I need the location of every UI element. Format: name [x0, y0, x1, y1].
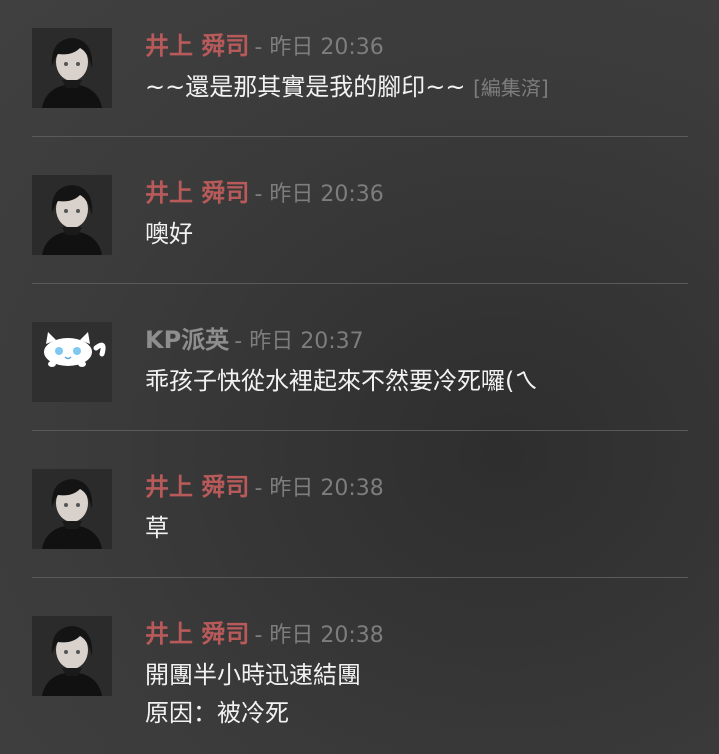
message-text: 草 — [145, 509, 169, 547]
author-name[interactable]: 井上 舜司 — [145, 473, 249, 501]
message-line: ~~還是那其實是我的腳印~~ — [145, 73, 466, 101]
author-name[interactable]: 井上 舜司 — [145, 179, 249, 207]
timestamp: - 昨日 20:38 — [254, 476, 384, 501]
message-text: 乖孩子快從水裡起來不然要冷死囉(ㄟ — [145, 362, 538, 400]
timestamp: - 昨日 20:38 — [254, 623, 384, 648]
message-divider — [32, 430, 688, 431]
white-cat-avatar-icon[interactable] — [32, 322, 112, 402]
dark-hair-avatar-icon[interactable] — [32, 469, 112, 549]
message-line: 原因：被冷死 — [145, 699, 289, 727]
message-text: ~~還是那其實是我的腳印~~ [編集済] — [145, 68, 549, 107]
message-divider — [32, 283, 688, 284]
message-line: 草 — [145, 514, 169, 542]
author-name[interactable]: KP派英 — [145, 326, 229, 354]
author-name[interactable]: 井上 舜司 — [145, 620, 249, 648]
edited-label: [編集済] — [473, 76, 549, 100]
message-divider — [32, 136, 688, 137]
dark-hair-avatar-icon[interactable] — [32, 616, 112, 696]
author-name[interactable]: 井上 舜司 — [145, 32, 249, 60]
message-line: 乖孩子快從水裡起來不然要冷死囉(ㄟ — [145, 367, 539, 395]
message-text: 噢好 — [145, 215, 193, 253]
message-text: 開團半小時迅速結團 原因：被冷死 — [145, 656, 361, 732]
timestamp: - 昨日 20:36 — [254, 182, 384, 207]
chat-log: 井上 舜司 - 昨日 20:36 ~~還是那其實是我的腳印~~ [編集済] 井上… — [0, 0, 719, 754]
timestamp: - 昨日 20:36 — [254, 35, 384, 60]
dark-hair-avatar-icon[interactable] — [32, 175, 112, 255]
dark-hair-avatar-icon[interactable] — [32, 28, 112, 108]
timestamp: - 昨日 20:37 — [234, 329, 364, 354]
message-line: 噢好 — [145, 220, 193, 248]
message-line: 開團半小時迅速結團 — [145, 661, 361, 689]
message-divider — [32, 577, 688, 578]
